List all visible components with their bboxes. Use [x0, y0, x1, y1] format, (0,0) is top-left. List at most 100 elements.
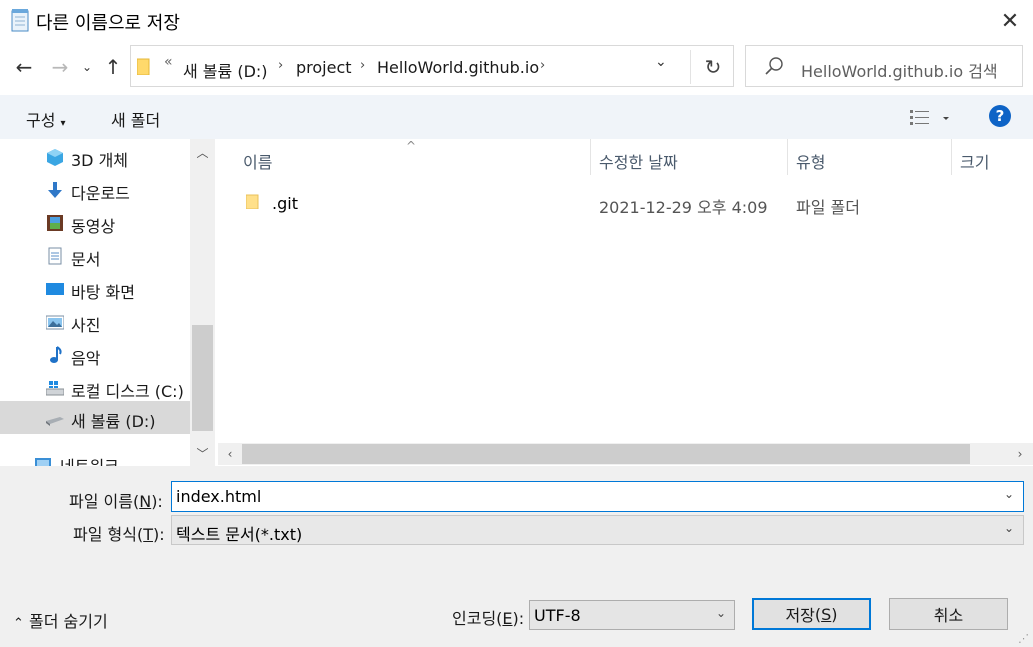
column-header-type[interactable]: 유형	[796, 149, 825, 173]
command-toolbar: 구성 ▾ 새 폴더 ?	[0, 95, 1033, 139]
encoding-label: 인코딩(E):	[452, 609, 525, 628]
notepad-icon	[10, 8, 30, 32]
up-button[interactable]: ↑	[99, 52, 127, 82]
close-button[interactable]: ✕	[990, 4, 1030, 38]
new-folder-button[interactable]: 새 폴더	[111, 107, 160, 131]
folder-icon	[136, 57, 151, 76]
nav-item-documents[interactable]: 문서	[0, 239, 190, 272]
save-label: 저장	[785, 606, 815, 625]
nav-item-music[interactable]: 음악	[0, 338, 190, 371]
address-bar[interactable]: « 새 볼륨 (D:) › project › HelloWorld.githu…	[130, 45, 734, 87]
nav-item-label: 바탕 화면	[71, 283, 135, 302]
filename-label: 파일 이름(N):	[69, 492, 163, 511]
nav-item-downloads[interactable]: 다운로드	[0, 173, 190, 206]
breadcrumb-overflow[interactable]: «	[164, 54, 173, 70]
file-modified: 2021-12-29 오후 4:09	[599, 198, 768, 217]
filename-input[interactable]: index.html ⌄	[171, 481, 1024, 512]
column-header-modified[interactable]: 수정한 날짜	[599, 149, 678, 173]
filetype-label: 파일 형식(T):	[73, 525, 165, 544]
nav-item-label: 다운로드	[71, 184, 130, 203]
chevron-down-icon[interactable]: ⌄	[1004, 521, 1014, 535]
encoding-value: UTF-8	[534, 606, 581, 625]
breadcrumb-helloworld[interactable]: HelloWorld.github.io	[377, 58, 539, 77]
3d-objects-icon	[47, 149, 63, 166]
nav-item-pictures[interactable]: 사진	[0, 305, 190, 338]
cancel-button[interactable]: 취소	[889, 598, 1008, 630]
resize-grip-icon[interactable]: ⋰	[1018, 632, 1029, 645]
filetype-label-text: 파일 형식	[73, 525, 137, 544]
encoding-accesskey: E	[502, 609, 513, 628]
caret-down-icon: ▾	[60, 118, 66, 129]
navigation-pane: 3D 개체 다운로드 동영상 문서 바탕 화면 사진 음악 로컬 디스크 (C:…	[0, 139, 216, 466]
chevron-up-icon: ⌃	[13, 616, 24, 631]
search-box[interactable]: HelloWorld.github.io 검색	[745, 45, 1023, 87]
window-title: 다른 이름으로 저장	[36, 13, 180, 34]
filetype-value: 텍스트 문서(*.txt)	[176, 525, 303, 544]
nav-item-label: 새 볼륨 (D:)	[71, 412, 156, 431]
nav-item-label: 3D 개체	[71, 151, 129, 170]
chevron-down-icon[interactable]: ⌄	[655, 54, 667, 70]
column-header-name[interactable]: 이름	[243, 149, 272, 173]
save-accesskey: S	[821, 604, 832, 624]
nav-item-label: 네트워크	[60, 453, 119, 466]
help-button[interactable]: ?	[989, 105, 1011, 127]
chevron-left-icon[interactable]: ‹	[220, 444, 240, 464]
filename-value: index.html	[176, 487, 262, 506]
filetype-accesskey: T	[143, 525, 153, 544]
filename-label-text: 파일 이름	[69, 492, 133, 511]
chevron-down-icon: ⌄	[81, 60, 93, 74]
pictures-icon	[46, 315, 64, 330]
arrow-up-icon: ↑	[104, 55, 122, 79]
view-options-button[interactable]	[910, 108, 954, 128]
chevron-right-icon[interactable]: ›	[1010, 444, 1030, 464]
network-icon	[35, 458, 51, 466]
download-icon	[48, 182, 62, 198]
nav-item-label: 사진	[71, 316, 101, 335]
chevron-right-icon[interactable]: ›	[360, 58, 365, 73]
save-button[interactable]: 저장(S)	[752, 598, 871, 630]
chevron-down-icon[interactable]: ﹀	[192, 442, 213, 464]
refresh-icon: ↻	[704, 55, 722, 79]
arrow-left-icon: ←	[15, 55, 33, 79]
breadcrumb-project[interactable]: project	[296, 58, 352, 77]
forward-button[interactable]: →	[46, 52, 74, 82]
chevron-up-icon[interactable]: ︿	[192, 141, 213, 163]
encoding-select[interactable]: UTF-8 ⌄	[529, 600, 735, 630]
scrollbar-thumb[interactable]	[242, 444, 970, 464]
chevron-down-icon[interactable]: ⌄	[716, 606, 726, 620]
nav-item-videos[interactable]: 동영상	[0, 206, 190, 239]
chevron-down-icon[interactable]: ⌄	[1004, 487, 1014, 501]
breadcrumb-drive[interactable]: 새 볼륨 (D:)	[183, 58, 268, 82]
column-header-size[interactable]: 크기	[960, 149, 989, 173]
column-divider[interactable]	[590, 139, 591, 175]
search-placeholder: HelloWorld.github.io 검색	[801, 62, 998, 81]
hide-folders-label: 폴더 숨기기	[29, 612, 108, 631]
chevron-right-icon[interactable]: ›	[278, 58, 283, 73]
nav-item-new-volume-d[interactable]: 새 볼륨 (D:)	[0, 401, 190, 434]
column-divider[interactable]	[787, 139, 788, 175]
nav-item-network[interactable]: 네트워크	[0, 446, 190, 466]
recent-locations-button[interactable]: ⌄	[77, 52, 97, 82]
filetype-select[interactable]: 텍스트 문서(*.txt) ⌄	[171, 515, 1024, 545]
back-button[interactable]: ←	[10, 52, 38, 82]
drive-icon	[46, 417, 64, 426]
file-type: 파일 폴더	[796, 198, 860, 217]
refresh-button[interactable]: ↻	[690, 50, 735, 84]
scrollbar-thumb[interactable]	[192, 325, 213, 431]
nav-item-label: 음악	[71, 349, 101, 368]
encoding-label-text: 인코딩	[452, 609, 497, 628]
video-icon	[47, 215, 63, 231]
organize-button[interactable]: 구성 ▾	[26, 107, 66, 131]
filename-accesskey: N	[139, 492, 152, 511]
close-icon: ✕	[1000, 8, 1020, 34]
nav-item-local-disk-c[interactable]: 로컬 디스크 (C:)	[0, 371, 190, 404]
nav-item-3d-objects[interactable]: 3D 개체	[0, 140, 190, 173]
document-icon	[48, 247, 62, 265]
column-divider[interactable]	[951, 139, 952, 175]
chevron-right-icon[interactable]: ›	[540, 58, 545, 73]
hide-folders-button[interactable]: ⌃ 폴더 숨기기	[13, 608, 108, 632]
table-row[interactable]: .git 2021-12-29 오후 4:09 파일 폴더	[236, 185, 996, 219]
nav-item-desktop[interactable]: 바탕 화면	[0, 272, 190, 305]
details-view-icon	[910, 110, 949, 125]
arrow-right-icon: →	[51, 55, 69, 79]
